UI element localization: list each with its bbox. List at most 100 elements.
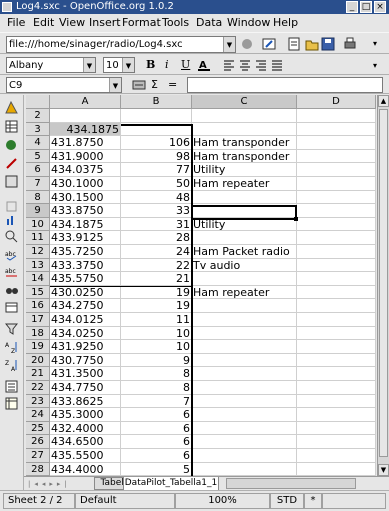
row-header[interactable]: 26 (26, 435, 50, 449)
select-all-corner[interactable] (26, 95, 50, 109)
cell-d[interactable] (297, 109, 376, 123)
autospellcheck-icon[interactable]: abc (5, 265, 18, 278)
filter-icon[interactable] (4, 322, 19, 335)
cell-d[interactable] (297, 381, 376, 395)
function-button[interactable]: = (168, 78, 177, 91)
menu-format[interactable]: Format (122, 16, 161, 30)
cell-d[interactable] (297, 286, 376, 299)
menu-edit[interactable]: Edit (33, 16, 54, 30)
cell-c[interactable] (192, 422, 297, 435)
chevron-down-icon[interactable]: ▼ (83, 58, 95, 72)
cell-a[interactable]: 434.1875 (50, 123, 121, 136)
cell-c[interactable] (192, 449, 297, 463)
menu-view[interactable]: View (59, 16, 85, 30)
cell-b[interactable]: 106 (121, 136, 192, 150)
cell-d[interactable] (297, 259, 376, 272)
row-header[interactable]: 14 (26, 272, 50, 286)
vertical-scrollbar[interactable]: ▲ ▼ (377, 95, 389, 476)
cell-b[interactable]: 21 (121, 272, 192, 286)
row-header[interactable]: 22 (26, 381, 50, 395)
tab-navigation-arrows[interactable]: |◂◂▸▸| (28, 479, 88, 489)
cell-b[interactable]: 8 (121, 381, 192, 395)
find-replace-icon[interactable] (5, 230, 18, 243)
toolbar-more-icon[interactable]: ▾ (370, 36, 380, 52)
toolbar-more-icon[interactable]: ▾ (370, 58, 380, 74)
cell-d[interactable] (297, 150, 376, 163)
cell-c[interactable] (192, 231, 297, 245)
cell-d[interactable] (297, 340, 376, 354)
scroll-up-icon[interactable]: ▲ (378, 95, 389, 107)
cell-c[interactable] (192, 313, 297, 327)
cell-a[interactable]: 434.4000 (50, 463, 121, 476)
edit-doc-icon[interactable] (262, 37, 276, 51)
cell-d[interactable] (297, 231, 376, 245)
align-right-icon[interactable] (254, 58, 268, 72)
row-header[interactable]: 18 (26, 327, 50, 340)
cell-b[interactable]: 5 (121, 463, 192, 476)
cell-a[interactable]: 434.6500 (50, 435, 121, 449)
minimize-button[interactable]: _ (346, 1, 358, 13)
chevron-down-icon[interactable]: ▼ (223, 37, 235, 52)
cell-d[interactable] (297, 449, 376, 463)
cell-a[interactable]: 434.1875 (50, 218, 121, 231)
cell-a[interactable]: 430.0250 (50, 286, 121, 299)
cell-b[interactable]: 31 (121, 218, 192, 231)
row-header[interactable]: 5 (26, 150, 50, 163)
show-draw-functions-icon[interactable] (5, 100, 18, 114)
hyperlink-icon[interactable] (5, 139, 18, 152)
row-header[interactable]: 4 (26, 136, 50, 150)
cell-d[interactable] (297, 395, 376, 408)
selected-cell-c9[interactable] (191, 205, 297, 220)
cell-d[interactable] (297, 136, 376, 150)
cell-c[interactable]: Ham Packet radio (192, 245, 297, 259)
menu-insert[interactable]: Insert (89, 16, 121, 30)
cell-c[interactable]: Ham transponder (192, 136, 297, 150)
cell-c[interactable]: Tv audio (192, 259, 297, 272)
datapilot-icon[interactable] (5, 397, 18, 410)
cell-a[interactable] (50, 109, 121, 123)
menu-tools[interactable]: Tools (162, 16, 189, 30)
save-icon[interactable] (321, 37, 335, 51)
cell-a[interactable]: 430.1500 (50, 191, 121, 204)
horizontal-scrollbar[interactable] (226, 478, 356, 489)
row-header[interactable]: 13 (26, 259, 50, 272)
cell-a[interactable]: 434.7750 (50, 381, 121, 395)
row-header[interactable]: 2 (26, 109, 50, 123)
sum-button[interactable]: Σ (151, 78, 158, 91)
open-folder-icon[interactable] (305, 37, 319, 51)
row-header[interactable]: 20 (26, 354, 50, 367)
cell-d[interactable] (297, 313, 376, 327)
cell-a[interactable]: 435.5750 (50, 272, 121, 286)
row-header[interactable]: 12 (26, 245, 50, 259)
form-icon[interactable] (5, 157, 18, 170)
cell-a[interactable]: 435.7250 (50, 245, 121, 259)
formula-input[interactable] (187, 77, 383, 93)
row-header[interactable]: 11 (26, 231, 50, 245)
chevron-down-icon[interactable]: ▼ (109, 78, 121, 92)
column-header-b[interactable]: B (121, 95, 192, 109)
menu-window[interactable]: Window (227, 16, 270, 30)
italic-button[interactable]: i (165, 58, 169, 71)
cell-c[interactable] (192, 109, 297, 123)
align-center-icon[interactable] (238, 58, 252, 72)
align-left-icon[interactable] (222, 58, 236, 72)
cell-b[interactable] (121, 109, 192, 123)
cell-a[interactable]: 435.3000 (50, 408, 121, 422)
chart-icon[interactable] (5, 213, 18, 226)
cell-d[interactable] (297, 299, 376, 313)
cell-d[interactable] (297, 408, 376, 422)
grid-toggle-icon[interactable] (5, 200, 18, 213)
cell-b[interactable]: 9 (121, 354, 192, 367)
column-header-c[interactable]: C (192, 95, 297, 109)
row-header[interactable]: 8 (26, 191, 50, 204)
scroll-thumb[interactable] (379, 109, 388, 457)
sort-descending-icon[interactable]: ZA (5, 359, 18, 373)
cell-a[interactable]: 433.3750 (50, 259, 121, 272)
cell-a[interactable]: 434.0375 (50, 163, 121, 177)
cell-b[interactable]: 6 (121, 449, 192, 463)
cell-c[interactable] (192, 123, 297, 136)
row-header[interactable]: 9 (26, 204, 50, 218)
row-header[interactable]: 7 (26, 177, 50, 191)
cell-c[interactable] (192, 395, 297, 408)
column-header-d[interactable]: D (297, 95, 376, 109)
